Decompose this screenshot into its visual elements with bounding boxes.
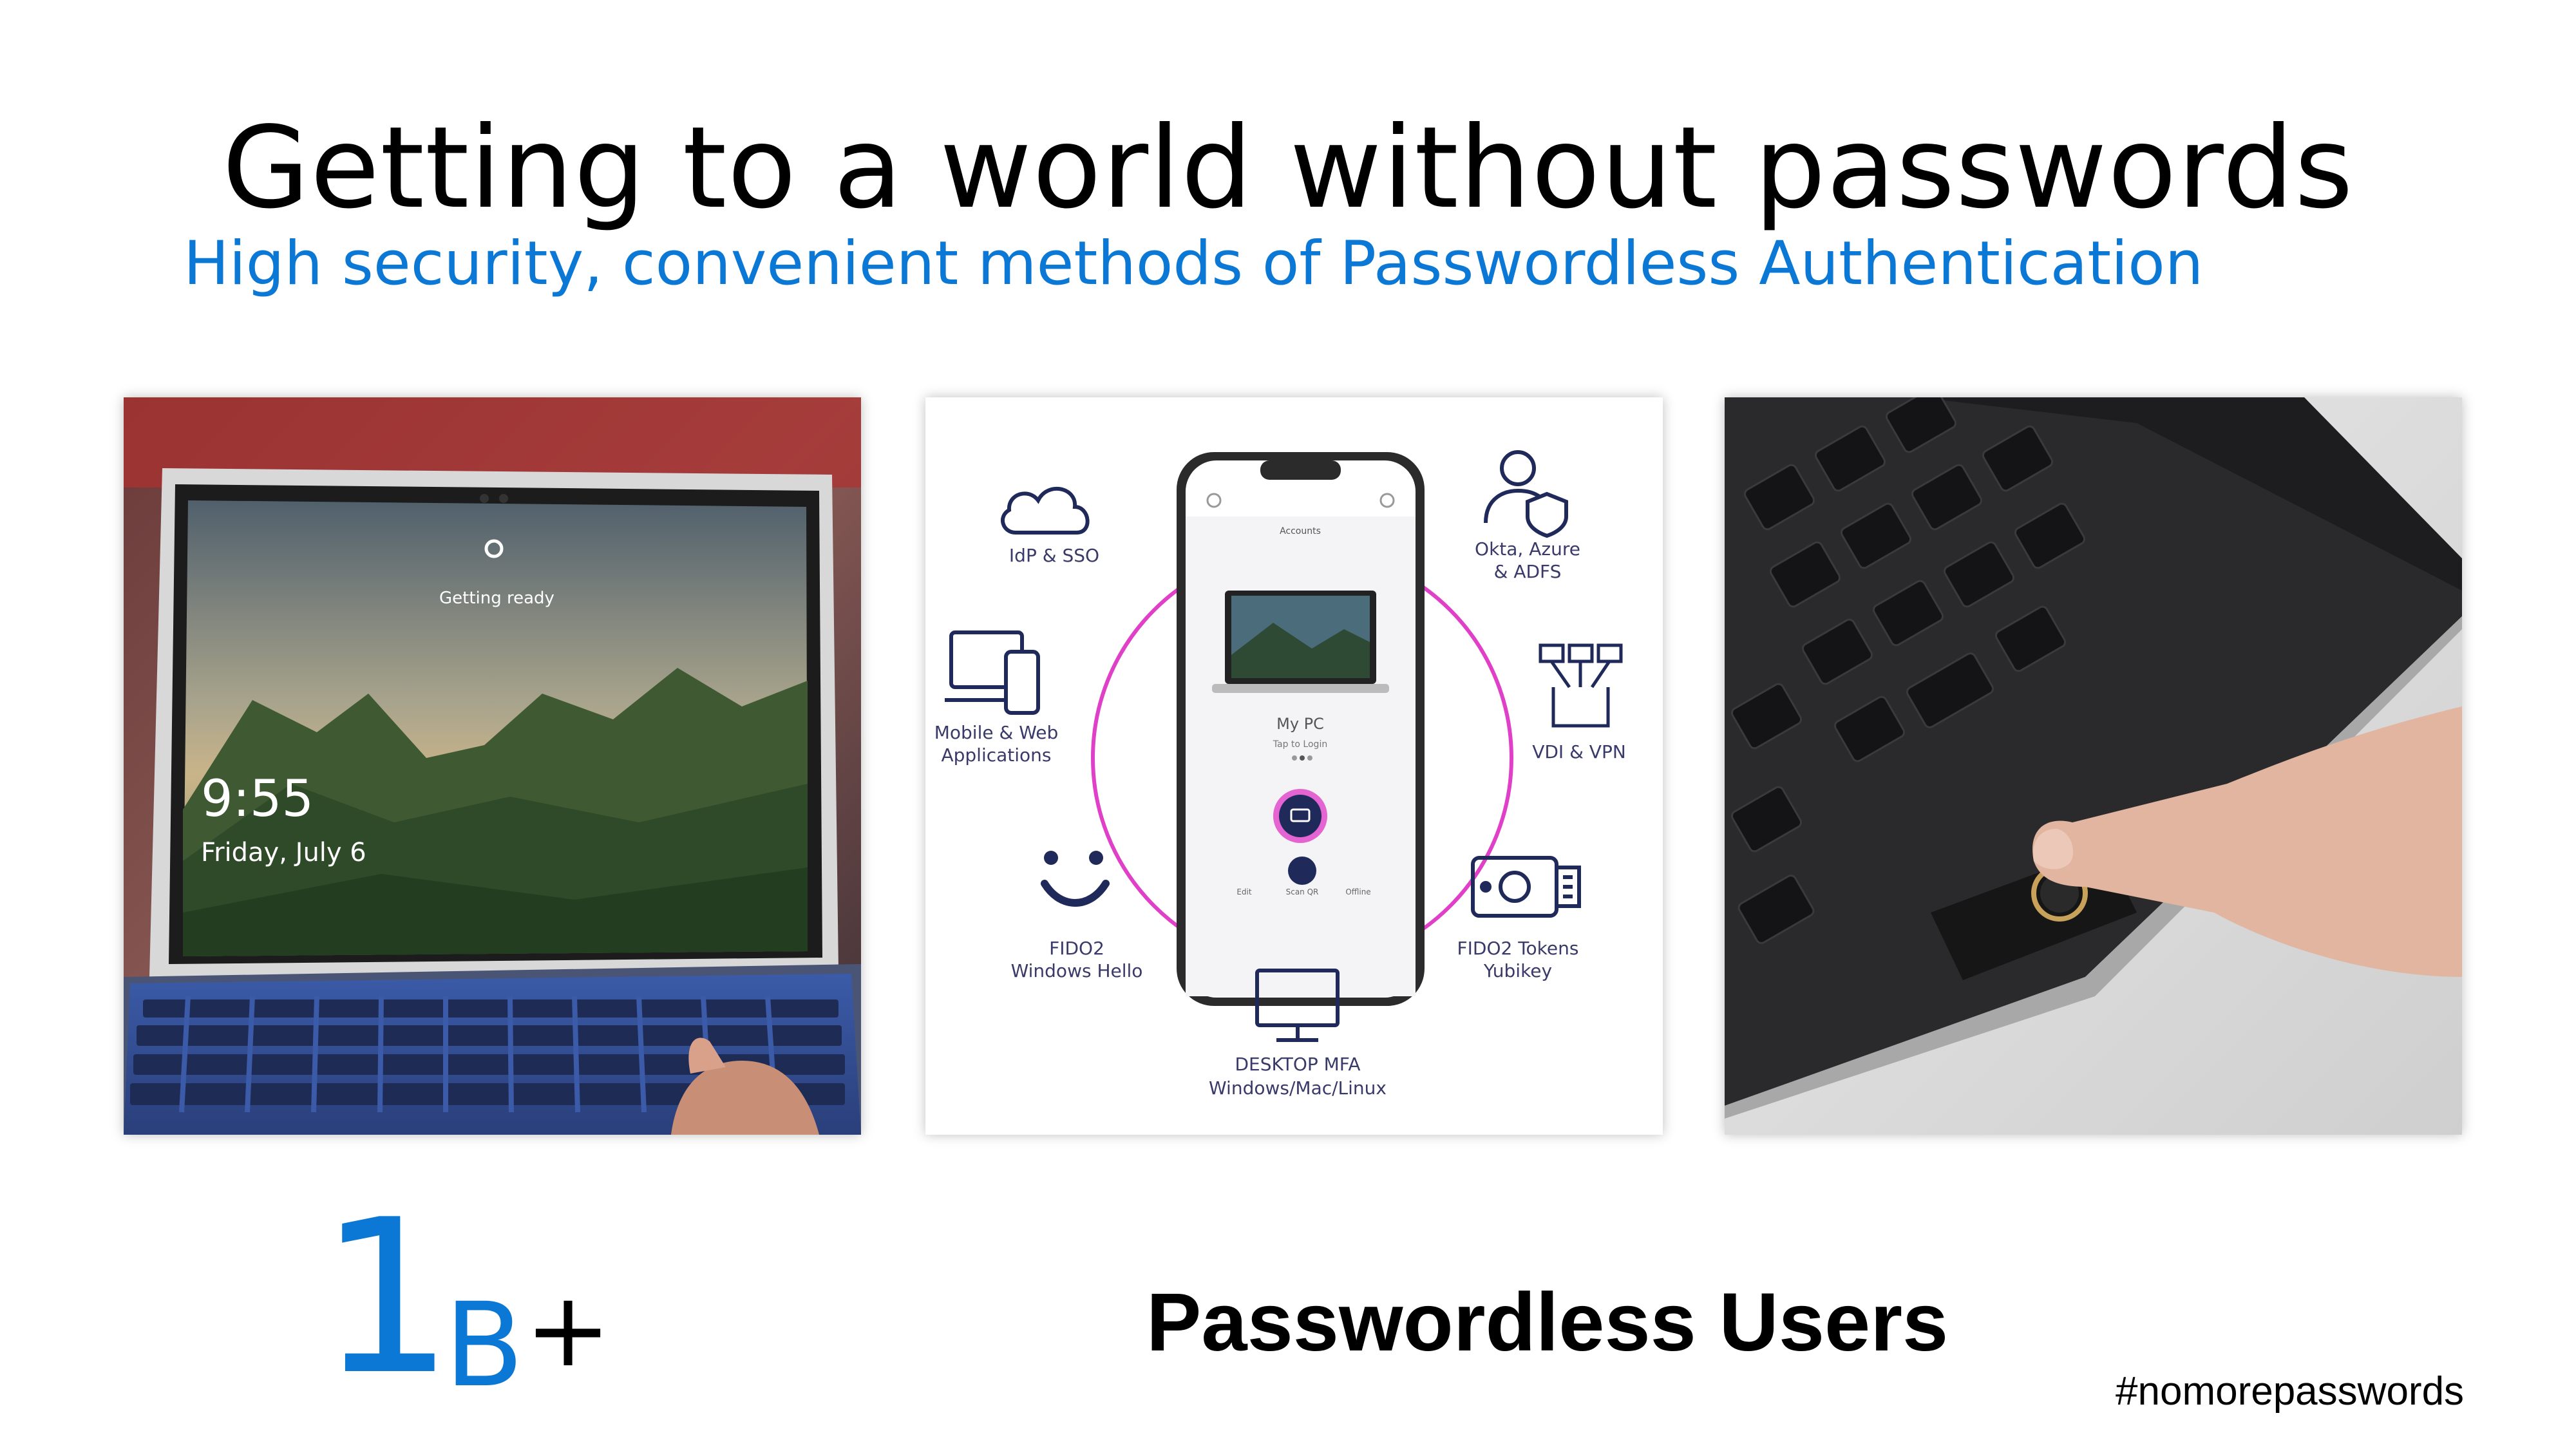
lockscreen-status: Getting ready xyxy=(439,589,554,608)
label-idp-sso: IdP & SSO xyxy=(1009,545,1099,566)
label-fido2-tokens-line1: FIDO2 Tokens xyxy=(1457,938,1579,959)
phone-action-offline[interactable]: Offline xyxy=(1345,887,1370,896)
photo-laptop-lockscreen: 9:55 Friday, July 6 Getting ready xyxy=(124,397,861,1135)
label-desktop-line1: DESKTOP MFA xyxy=(1235,1054,1361,1075)
label-okta-line2: & ADFS xyxy=(1494,561,1562,582)
photo-security-key-laptop xyxy=(1725,397,2462,1135)
diagram-passwordless-methods: Accounts My PC Tap to Login Edit Scan QR… xyxy=(925,397,1663,1135)
phone-mockup: Accounts My PC Tap to Login Edit Scan QR… xyxy=(1177,452,1425,1006)
phone-action-edit[interactable]: Edit xyxy=(1236,887,1252,896)
phone-scan-qr-icon[interactable] xyxy=(1288,857,1316,885)
slide-subtitle: High security, convenient methods of Pas… xyxy=(184,229,2204,299)
label-mobile-line2: Applications xyxy=(941,744,1051,766)
phone-action-scan[interactable]: Scan QR xyxy=(1286,887,1319,896)
phone-device-hint: Tap to Login xyxy=(1273,739,1327,750)
hashtag: #nomorepasswords xyxy=(2116,1369,2465,1414)
lockscreen-time: 9:55 xyxy=(201,770,314,828)
stat-unit: B xyxy=(444,1278,524,1413)
label-fido2-tokens-line2: Yubikey xyxy=(1483,960,1552,981)
lockscreen-date: Friday, July 6 xyxy=(201,838,366,867)
slide-title: Getting to a world without passwords xyxy=(222,103,2354,234)
stat-label: Passwordless Users xyxy=(1146,1276,1949,1368)
stat-suffix: + xyxy=(525,1269,612,1390)
phone-device-name: My PC xyxy=(1276,715,1324,733)
label-fido2-hello-line1: FIDO2 xyxy=(1049,938,1104,959)
label-fido2-hello-line2: Windows Hello xyxy=(1011,960,1143,981)
phone-tab-accounts: Accounts xyxy=(1280,526,1321,536)
stat-number: 1 xyxy=(319,1174,454,1421)
label-okta-line1: Okta, Azure xyxy=(1475,538,1580,560)
label-vdi-vpn: VDI & VPN xyxy=(1532,741,1626,762)
label-mobile-line1: Mobile & Web xyxy=(934,722,1059,743)
label-desktop-line2: Windows/Mac/Linux xyxy=(1209,1077,1387,1099)
